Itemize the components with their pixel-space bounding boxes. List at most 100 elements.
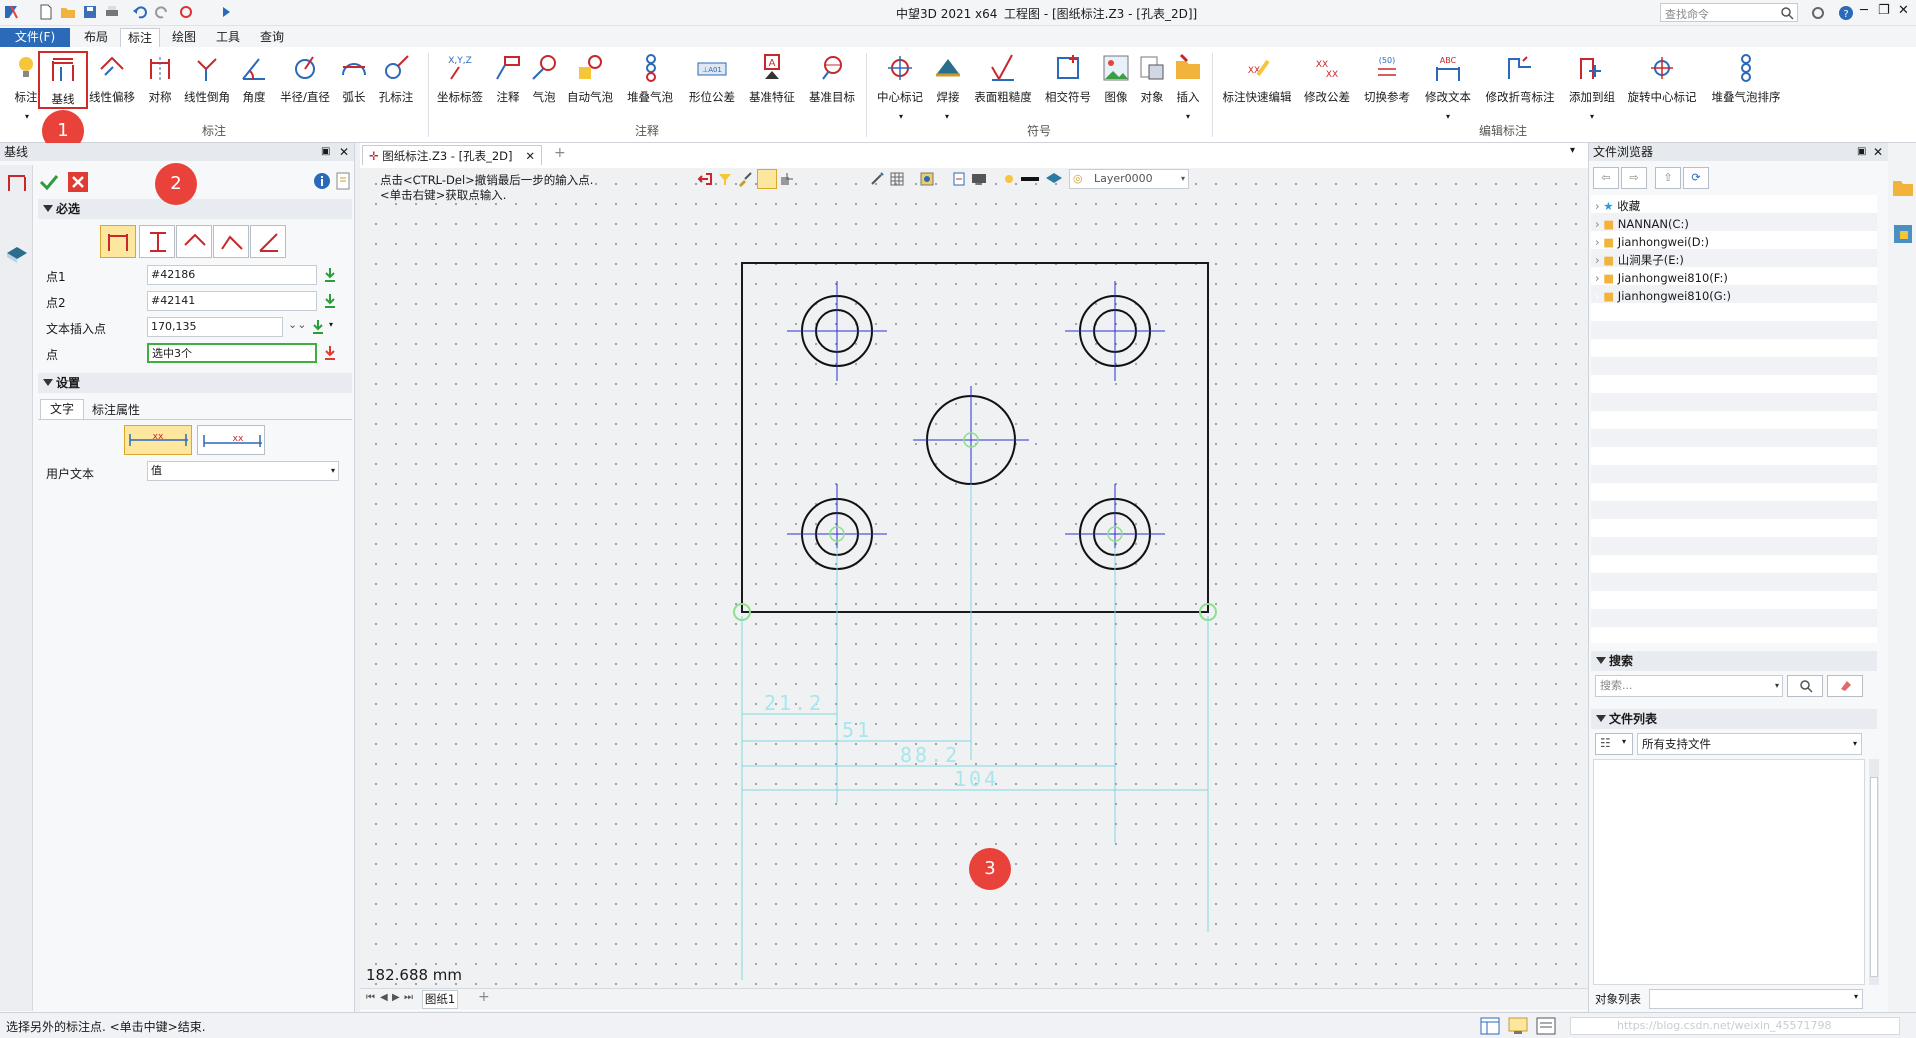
layout-view-icon[interactable] bbox=[1480, 1017, 1500, 1035]
ribbon-btn-modify-text[interactable]: ABC 修改文本 bbox=[1420, 51, 1476, 111]
hole-center[interactable] bbox=[913, 386, 1029, 494]
dim-text-21-2[interactable]: 21.2 bbox=[764, 691, 824, 715]
add-tab-icon[interactable]: + bbox=[554, 145, 566, 161]
tree-item-drive-f[interactable]: › ■ Jianhongwei810(F:) bbox=[1595, 269, 1880, 287]
panel-menu-chevron-icon[interactable]: ▾ bbox=[1570, 145, 1575, 156]
file-search-input[interactable]: 搜索... ▾ bbox=[1595, 675, 1783, 697]
tree-item-favorites[interactable]: › ★ 收藏 bbox=[1595, 197, 1880, 215]
pin-icon[interactable]: ▣ bbox=[1857, 143, 1866, 161]
tree-item-drive-g[interactable]: › ■ Jianhongwei810(G:) bbox=[1595, 287, 1880, 305]
ribbon-btn-weld[interactable]: 焊接 bbox=[930, 51, 966, 111]
forward-arrow-icon[interactable]: ⇨ bbox=[1621, 167, 1647, 189]
ribbon-btn-auto-balloon[interactable]: 自动气泡 bbox=[562, 51, 618, 111]
ribbon-btn-coord-label[interactable]: X,Y,Z 坐标标签 bbox=[434, 51, 486, 111]
undo-icon[interactable] bbox=[132, 4, 148, 20]
ribbon-btn-insert[interactable]: 插入 bbox=[1172, 51, 1204, 111]
text-insert-input[interactable]: 170,135 bbox=[147, 317, 283, 337]
chevron-down-icon[interactable]: ▾ bbox=[1590, 112, 1594, 121]
point1-input[interactable]: #42186 bbox=[147, 265, 317, 285]
pick-point-active-icon[interactable] bbox=[322, 345, 338, 361]
add-sheet-icon[interactable]: + bbox=[478, 989, 490, 1005]
first-sheet-icon[interactable]: ⏮ bbox=[366, 992, 375, 1003]
tree-item-drive-e[interactable]: › ■ 山涧果子(E:) bbox=[1595, 251, 1880, 269]
close-icon[interactable]: ✕ bbox=[339, 143, 349, 161]
regen-icon[interactable] bbox=[178, 4, 194, 20]
ribbon-btn-gdt[interactable]: ⊥A01 形位公差 bbox=[684, 51, 740, 111]
ribbon-btn-datum-feature[interactable]: A 基准特征 bbox=[744, 51, 800, 111]
search-section-header[interactable]: 搜索 bbox=[1591, 651, 1877, 671]
open-folder-icon[interactable] bbox=[60, 4, 76, 20]
info-icon[interactable] bbox=[313, 172, 331, 190]
file-list-section-header[interactable]: 文件列表 bbox=[1591, 709, 1877, 729]
ribbon-btn-hole-dim[interactable]: 孔标注 bbox=[374, 51, 418, 111]
screen-view-icon[interactable] bbox=[1508, 1017, 1528, 1035]
ribbon-btn-balloon[interactable]: 气泡 bbox=[528, 51, 560, 111]
ribbon-btn-object[interactable]: 对象 bbox=[1136, 51, 1168, 111]
ribbon-btn-sort-stack-balloon[interactable]: 堆叠气泡排序 bbox=[1706, 51, 1786, 111]
ribbon-btn-modify-tolerance[interactable]: XX XX 修改公差 bbox=[1300, 51, 1354, 111]
close-icon[interactable]: ✕ bbox=[1873, 143, 1883, 161]
dim-text-51[interactable]: 51 bbox=[842, 718, 872, 742]
tree-item-drive-c[interactable]: › ■ NANNAN(C:) bbox=[1595, 215, 1880, 233]
pick-point-icon[interactable] bbox=[322, 267, 338, 283]
next-sheet-icon[interactable]: ▶ bbox=[392, 992, 400, 1003]
ribbon-btn-radius-diameter[interactable]: 半径/直径 bbox=[276, 51, 334, 111]
ribbon-btn-quick-edit[interactable]: XX 标注快速编辑 bbox=[1218, 51, 1296, 111]
menu-file[interactable]: 文件(F) bbox=[0, 28, 70, 47]
print-icon[interactable] bbox=[104, 4, 120, 20]
baseline-mode-icon[interactable] bbox=[6, 171, 28, 193]
search-button[interactable] bbox=[1787, 675, 1823, 697]
chevron-down-icon[interactable]: ▾ bbox=[1446, 112, 1450, 121]
redo-icon[interactable] bbox=[154, 4, 170, 20]
document-tab[interactable]: ✛ 图纸标注.Z3 - [孔表_2D] ✕ bbox=[362, 145, 542, 165]
text-style-above-button[interactable]: xx bbox=[197, 425, 265, 455]
tab-text[interactable]: 文字 bbox=[40, 399, 84, 419]
minimize-icon[interactable]: ─ bbox=[1860, 3, 1868, 18]
menu-query[interactable]: 查询 bbox=[252, 28, 292, 47]
mode-angled-button[interactable] bbox=[213, 225, 249, 258]
sheet-tab[interactable]: 图纸1 bbox=[422, 990, 458, 1009]
up-arrow-icon[interactable]: ⇧ bbox=[1655, 167, 1681, 189]
mode-linear-button[interactable] bbox=[100, 225, 136, 258]
view-cube-icon[interactable] bbox=[5, 245, 29, 265]
hole-top-right[interactable] bbox=[1065, 281, 1165, 381]
ribbon-btn-rotate-center-mark[interactable]: 旋转中心标记 bbox=[1624, 51, 1700, 111]
file-list[interactable] bbox=[1593, 759, 1865, 985]
settings-section-header[interactable]: 设置 bbox=[38, 373, 352, 393]
pin-icon[interactable]: ▣ bbox=[321, 143, 330, 161]
clear-search-button[interactable] bbox=[1827, 675, 1863, 697]
menu-tools[interactable]: 工具 bbox=[208, 28, 248, 47]
text-style-inline-button[interactable]: xx bbox=[124, 425, 192, 455]
search-icon[interactable] bbox=[1780, 6, 1794, 20]
ribbon-btn-add-to-group[interactable]: 添加到组 bbox=[1564, 51, 1620, 111]
palette-icon[interactable] bbox=[1892, 223, 1914, 245]
mode-vertical-button[interactable] bbox=[139, 225, 175, 258]
close-icon[interactable]: ✕ bbox=[1898, 3, 1909, 18]
ok-check-icon[interactable] bbox=[38, 171, 60, 193]
chevron-down-icon[interactable]: ▾ bbox=[329, 320, 333, 329]
menu-layout[interactable]: 布局 bbox=[76, 28, 116, 47]
new-file-icon[interactable] bbox=[38, 4, 54, 20]
menu-annotate[interactable]: 标注 bbox=[120, 28, 160, 47]
chevron-down-icon[interactable]: ▾ bbox=[25, 112, 29, 121]
mode-ordinate-button[interactable] bbox=[250, 225, 286, 258]
run-icon[interactable] bbox=[218, 4, 234, 20]
close-tab-icon[interactable]: ✕ bbox=[525, 146, 535, 166]
required-section-header[interactable]: 必选 bbox=[38, 199, 352, 219]
help-doc-icon[interactable] bbox=[336, 172, 350, 190]
pick-point-icon[interactable] bbox=[322, 293, 338, 309]
mode-aligned-button[interactable] bbox=[176, 225, 212, 258]
last-sheet-icon[interactable]: ⏭ bbox=[404, 992, 413, 1003]
ribbon-btn-note[interactable]: 注释 bbox=[490, 51, 526, 111]
ribbon-btn-angle[interactable]: 角度 bbox=[236, 51, 272, 111]
save-icon[interactable] bbox=[82, 4, 98, 20]
ribbon-btn-toggle-reference[interactable]: (50) 切换参考 bbox=[1360, 51, 1414, 111]
object-list-select[interactable]: ▾ bbox=[1649, 989, 1863, 1009]
file-list-scrollbar[interactable] bbox=[1869, 759, 1879, 985]
tab-dim-properties[interactable]: 标注属性 bbox=[92, 401, 140, 418]
ribbon-btn-symmetric[interactable]: 对称 bbox=[138, 51, 182, 111]
prev-sheet-icon[interactable]: ◀ bbox=[380, 992, 388, 1003]
settings-gear-icon[interactable] bbox=[1810, 5, 1826, 21]
cancel-x-icon[interactable] bbox=[67, 171, 89, 193]
ribbon-btn-surface-finish[interactable]: 表面粗糙度 bbox=[970, 51, 1036, 111]
